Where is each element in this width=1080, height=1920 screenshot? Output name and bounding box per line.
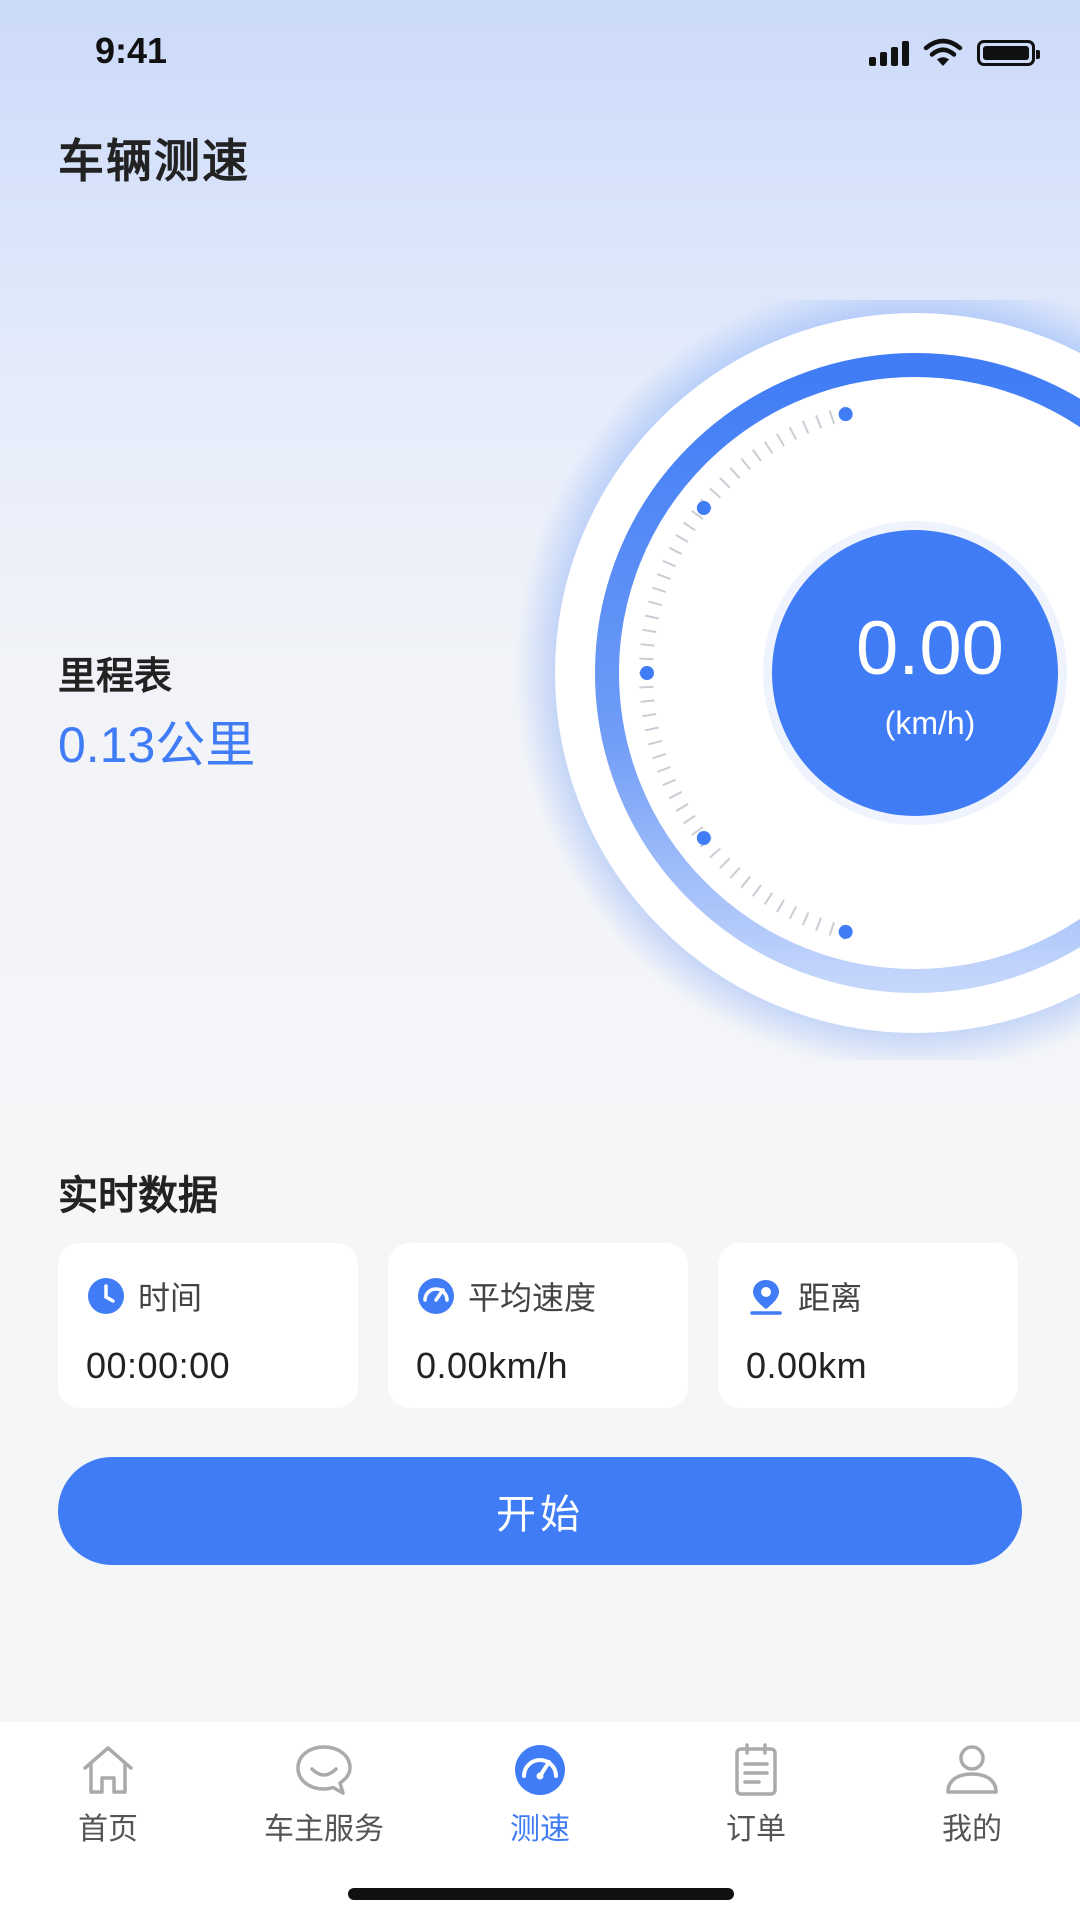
speedometer-icon <box>515 1745 565 1795</box>
distance-value: 0.00km <box>746 1345 868 1386</box>
time-value: 00:00:00 <box>86 1345 231 1386</box>
gauge-marker-dot <box>696 830 711 845</box>
gauge-tick <box>639 657 654 661</box>
start-button[interactable]: 开始 <box>58 1457 1022 1565</box>
average-speed-card: 平均速度 0.00km/h <box>388 1243 688 1408</box>
location-pin-icon <box>750 1280 782 1315</box>
status-time: 9:41 <box>95 30 168 71</box>
home-indicator <box>348 1888 734 1900</box>
tab-mine[interactable]: 我的 <box>864 1722 1080 1920</box>
distance-label: 距离 <box>798 1279 863 1317</box>
tab-home-label: 首页 <box>78 1812 138 1847</box>
gauge-marker-dot <box>696 501 711 516</box>
clipboard-icon <box>735 1743 777 1796</box>
page-title: 车辆测速 <box>58 134 250 188</box>
distance-card: 距离 0.00km <box>718 1243 1018 1408</box>
speed-unit: (km/h) <box>884 705 976 741</box>
gauge-marker-dot <box>838 924 853 939</box>
battery-icon <box>977 40 1040 66</box>
speed-gauge: 0.00 (km/h) <box>470 300 1080 1060</box>
odometer-value: 0.13公里 <box>58 717 256 773</box>
realtime-cards: 时间 00:00:00 平均速度 0.00km/h 距离 0.00km <box>58 1243 1022 1408</box>
user-icon <box>946 1745 998 1794</box>
clock-icon <box>88 1278 124 1314</box>
home-icon <box>83 1746 133 1794</box>
tab-mine-label: 我的 <box>942 1812 1002 1847</box>
speed-value: 0.00 <box>856 606 1004 691</box>
gauge-marker-dot <box>838 407 853 422</box>
realtime-section-title: 实时数据 <box>58 1173 218 1219</box>
tab-speed-test-label: 测速 <box>510 1812 570 1847</box>
average-speed-label: 平均速度 <box>468 1279 597 1317</box>
tab-orders-label: 订单 <box>726 1812 786 1847</box>
speedometer-icon <box>418 1278 454 1314</box>
status-icons <box>869 38 1040 68</box>
gauge-tick <box>639 685 654 689</box>
tab-owner-service-label: 车主服务 <box>264 1812 384 1847</box>
cellular-signal-icon <box>869 40 909 66</box>
gauge-marker-dot <box>640 666 654 680</box>
chat-icon <box>296 1745 352 1795</box>
wifi-icon <box>923 38 963 66</box>
time-card: 时间 00:00:00 <box>58 1243 358 1408</box>
odometer-label: 里程表 <box>58 654 173 698</box>
average-speed-value: 0.00km/h <box>416 1345 569 1386</box>
time-label: 时间 <box>138 1279 203 1317</box>
status-bar: 9:41 <box>0 0 1080 110</box>
tab-home[interactable]: 首页 <box>0 1722 216 1920</box>
